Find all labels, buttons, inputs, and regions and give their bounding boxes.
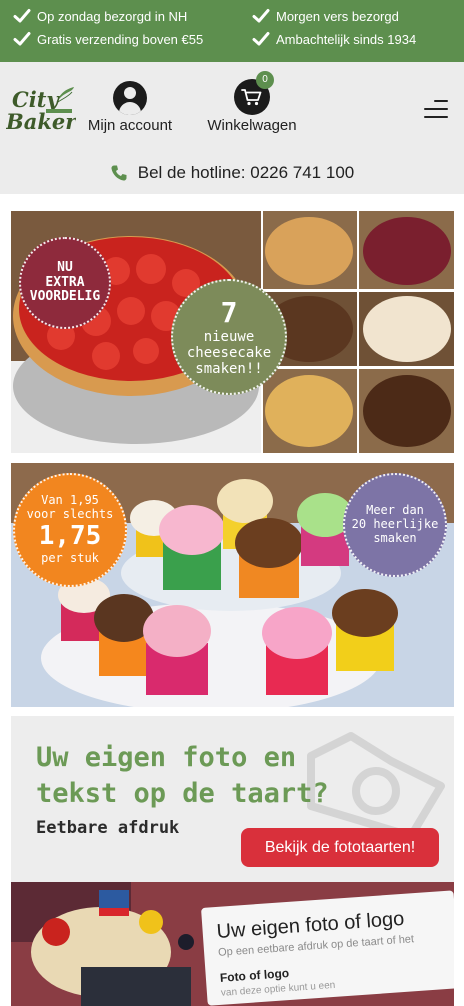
hamburger-menu-icon[interactable] (424, 100, 448, 120)
phone-icon (111, 165, 127, 181)
heading-line: tekst op de taart? (36, 778, 329, 810)
checkmark-icon (13, 7, 31, 25)
stamp-text: smaken (373, 530, 417, 545)
photo-cake-subheading: Eetbare afdruk (36, 818, 180, 838)
cart-count-badge: 0 (256, 71, 274, 89)
stamp-text: NU (57, 259, 73, 275)
stamp-text: cheesecake (186, 345, 272, 362)
checkmark-icon (252, 7, 270, 25)
checkmark-icon (252, 30, 270, 48)
cart-button[interactable]: 0 Winkelwagen (202, 71, 302, 134)
usp-text: Ambachtelijk sinds 1934 (276, 31, 417, 47)
photo-cake-heading: Uw eigen foto en tekst op de taart? (36, 740, 336, 813)
logo-cake-banner[interactable]: Uw eigen foto of logo Op een eetbare afd… (11, 882, 454, 1006)
stamp-text: EXTRA (45, 274, 85, 290)
photo-cake-banner[interactable]: Uw eigen foto en tekst op de taart? Eetb… (11, 716, 454, 882)
cart-icon: 0 (234, 71, 274, 115)
flavours-stamp: Meer dan 20 heerlijke smaken (343, 473, 447, 577)
cheesecake-banner[interactable]: NU EXTRA VOORDELIG 7 nieuwe cheesecake s… (11, 211, 454, 453)
usp-item: Ambachtelijk sinds 1934 (252, 30, 416, 48)
cart-label: Winkelwagen (207, 117, 297, 134)
city-bakery-logo: City Bakery (5, 87, 90, 134)
heading-line: Uw eigen foto en (36, 742, 297, 773)
usp-text: Gratis verzending boven €55 (37, 31, 204, 47)
stamp-text: VOORDELIG (29, 289, 101, 305)
hotline-text: Bel de hotline: 0226 741 100 (137, 163, 355, 182)
stamp-text: voor slechts (26, 507, 114, 522)
stamp-text: 20 heerlijke (351, 517, 439, 532)
stamp-text: per stuk (41, 550, 99, 565)
stamp-price: 1,75 (38, 520, 102, 551)
user-icon (113, 81, 147, 115)
usp-text: Op zondag bezorgd in NH (37, 8, 188, 24)
extra-deal-stamp: NU EXTRA VOORDELIG (19, 237, 111, 329)
my-account-button[interactable]: Mijn account (84, 81, 176, 134)
usp-item: Gratis verzending boven €55 (13, 30, 203, 48)
price-stamp: Van 1,95 voor slechts 1,75 per stuk (13, 473, 127, 587)
usp-item: Op zondag bezorgd in NH (13, 7, 187, 25)
site-header: City Bakery Mijn account 0 Winkelwagen (0, 62, 464, 152)
stamp-text: smaken!! (195, 361, 263, 378)
new-flavours-stamp: 7 nieuwe cheesecake smaken!! (171, 279, 287, 395)
usp-bar: Op zondag bezorgd in NH Morgen vers bezo… (0, 0, 464, 62)
hotline-bar[interactable]: Bel de hotline: 0226 741 100 (0, 152, 464, 194)
account-label: Mijn account (87, 117, 173, 134)
stamp-text: nieuwe (203, 328, 255, 345)
usp-item: Morgen vers bezorgd (252, 7, 399, 25)
stamp-number: 7 (220, 295, 238, 329)
photo-cakes-button[interactable]: Bekijk de fototaarten! (241, 828, 439, 867)
logo-info-card: Uw eigen foto of logo Op een eetbare afd… (201, 890, 454, 1006)
usp-text: Morgen vers bezorgd (276, 8, 399, 24)
stamp-text: Meer dan (366, 503, 424, 518)
cupcakes-banner[interactable]: Van 1,95 voor slechts 1,75 per stuk Meer… (11, 463, 454, 707)
logo-link[interactable]: City Bakery (5, 83, 90, 135)
checkmark-icon (13, 30, 31, 48)
stamp-text: Van 1,95 (41, 493, 99, 508)
